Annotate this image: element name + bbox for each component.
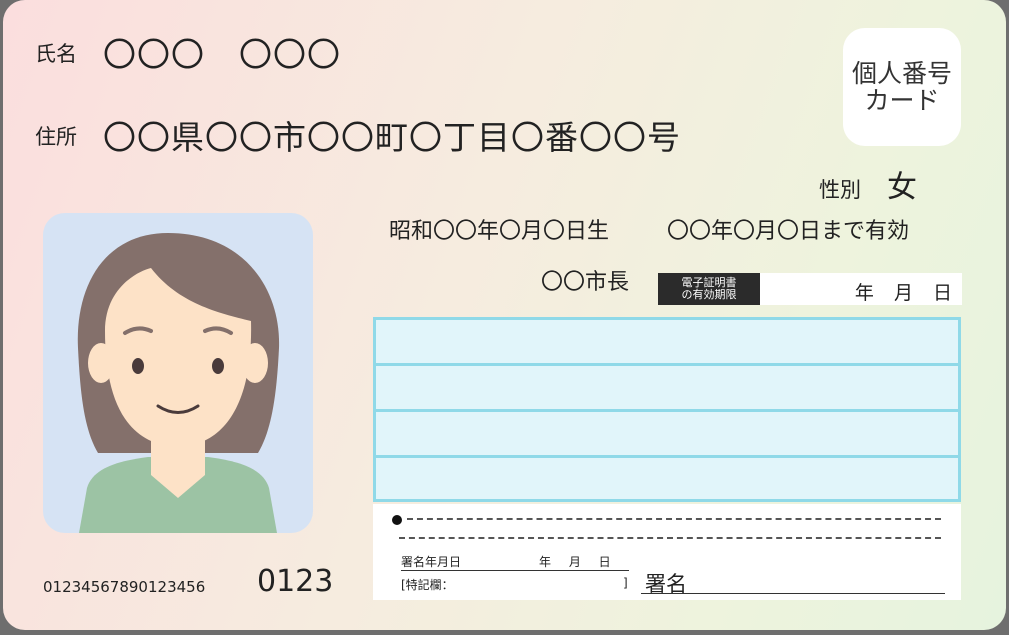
woman-portrait-icon xyxy=(77,233,280,533)
address-value: 〇〇県〇〇市〇〇町〇丁目〇番〇〇号 xyxy=(103,118,681,157)
remarks-rows xyxy=(373,317,961,502)
bullet-icon xyxy=(392,515,402,525)
issuer: 〇〇市長 xyxy=(541,270,630,295)
note-close: ] xyxy=(623,576,628,590)
note-label: [特記欄： xyxy=(401,578,454,592)
signature-date-label: 署名年月日 xyxy=(401,555,462,569)
address-label: 住所 xyxy=(35,125,77,149)
signature-area: 署名年月日 年 月 日 [特記欄： ] 署名 xyxy=(373,504,961,600)
row-divider xyxy=(376,409,958,412)
cert-expiry-label-text: 電子証明書 の有効期限 xyxy=(681,276,737,301)
cert-expiry-label: 電子証明書 の有効期限 xyxy=(658,273,760,305)
dashed-line xyxy=(407,518,941,520)
signature-date-value: 年 月 日 xyxy=(539,555,611,569)
signature-date-underline xyxy=(401,570,629,571)
name-label: 氏名 xyxy=(35,42,77,66)
code-number: 0123 xyxy=(257,564,334,599)
gender-value: 女 xyxy=(887,170,917,205)
signature-line xyxy=(641,593,945,594)
gender-label: 性別 xyxy=(819,178,861,202)
id-card: 氏名 〇〇〇 〇〇〇 住所 〇〇県〇〇市〇〇町〇丁目〇番〇〇号 個人番号 カード… xyxy=(3,0,1006,630)
cert-expiry-bar: 電子証明書 の有効期限 年 月 日 xyxy=(658,273,962,305)
row-divider xyxy=(376,363,958,366)
portrait-photo xyxy=(43,213,313,533)
cert-expiry-date: 年 月 日 xyxy=(854,282,952,304)
name-value: 〇〇〇 〇〇〇 xyxy=(103,35,341,74)
serial-number: 01234567890123456 xyxy=(43,578,206,596)
row-divider xyxy=(376,455,958,458)
card-type-badge: 個人番号 カード xyxy=(843,28,961,146)
card-type-text: 個人番号 カード xyxy=(851,59,952,115)
birth-date: 昭和〇〇年〇月〇日生 xyxy=(389,219,610,244)
validity-date: 〇〇年〇月〇日まで有効 xyxy=(667,219,910,244)
dashed-line xyxy=(399,537,941,539)
